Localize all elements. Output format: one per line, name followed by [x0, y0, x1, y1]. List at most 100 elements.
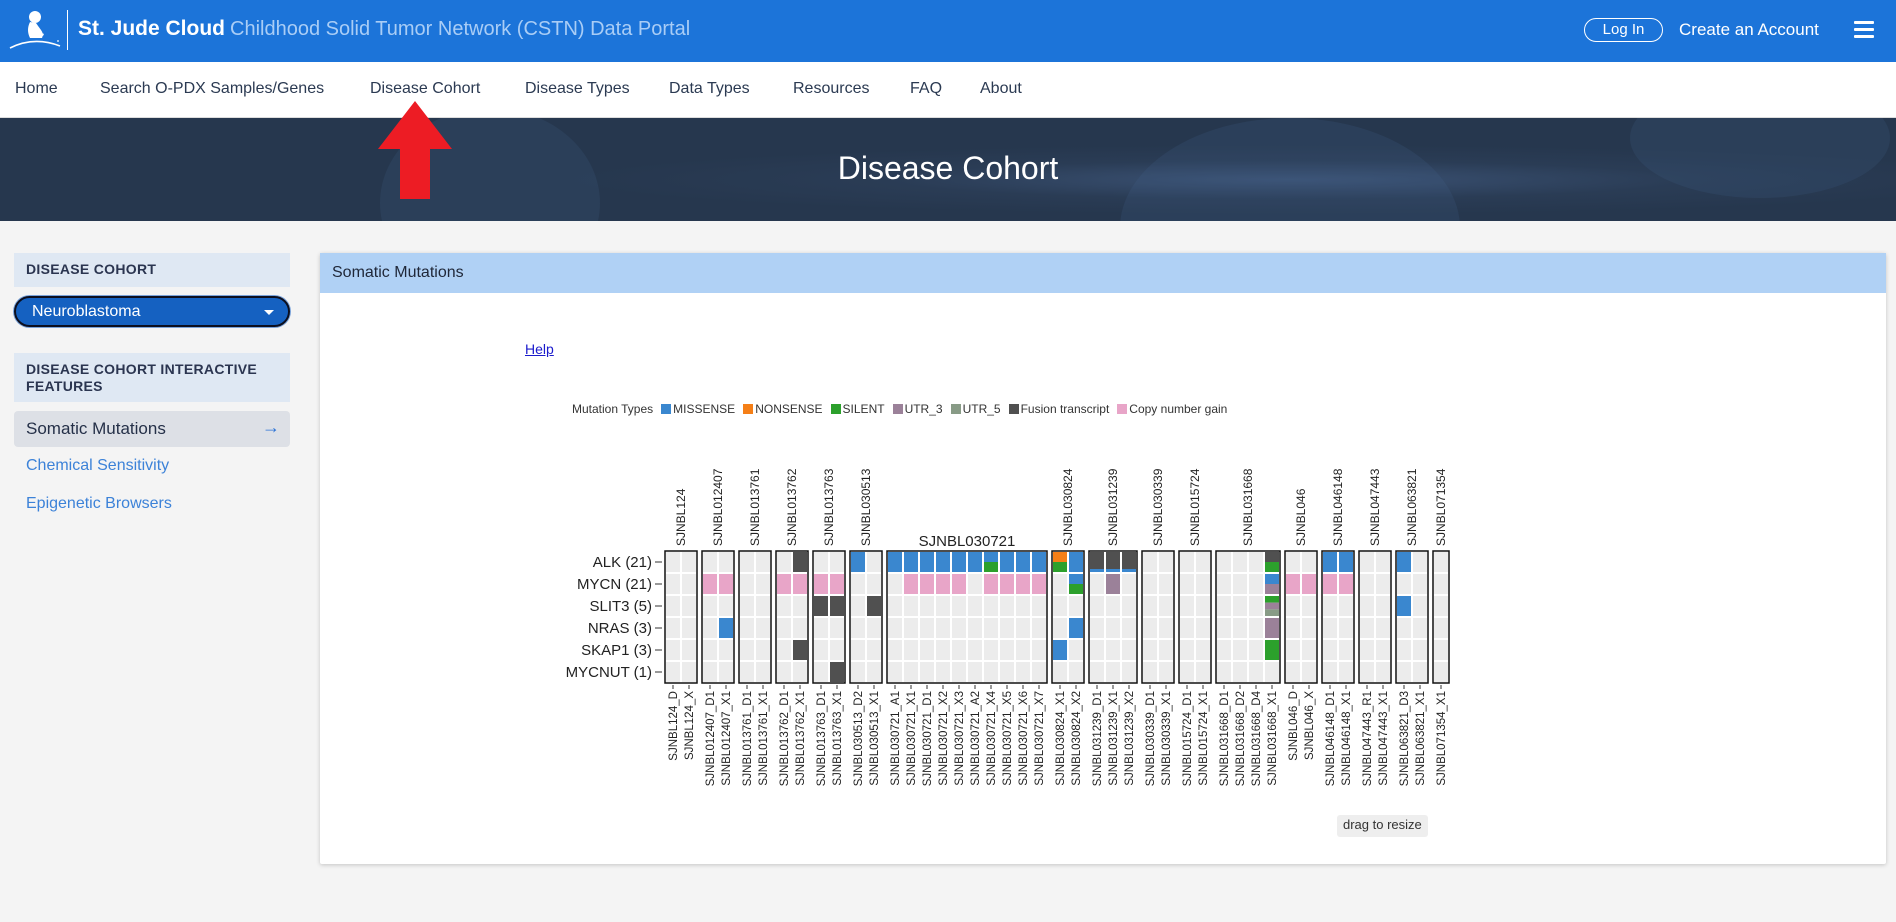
oncoprint-cell[interactable]	[1397, 662, 1411, 682]
mutation-mark-fusion[interactable]	[793, 640, 807, 660]
mutation-mark-silent[interactable]	[1053, 562, 1067, 572]
mutation-mark-missense[interactable]	[1106, 569, 1120, 572]
oncoprint-cell[interactable]	[1217, 596, 1231, 616]
oncoprint-cell[interactable]	[1106, 640, 1120, 660]
mutation-mark-missense[interactable]	[952, 552, 966, 572]
oncoprint-cell[interactable]	[1180, 574, 1194, 594]
mutation-mark-missense[interactable]	[1265, 574, 1279, 584]
oncoprint-cell[interactable]	[1069, 640, 1083, 660]
oncoprint-cell[interactable]	[1217, 574, 1231, 594]
mutation-mark-silent[interactable]	[1265, 596, 1279, 603]
oncoprint-cell[interactable]	[1180, 618, 1194, 638]
mutation-mark-missense[interactable]	[1000, 552, 1014, 572]
oncoprint-cell[interactable]	[1217, 552, 1231, 572]
patient-group-label[interactable]: SJNBL046	[1294, 488, 1308, 546]
oncoprint-cell[interactable]	[1196, 552, 1210, 572]
oncoprint-cell[interactable]	[1249, 574, 1263, 594]
sample-label[interactable]: SJNBL031239_X2	[1124, 691, 1136, 786]
oncoprint-cell[interactable]	[1122, 640, 1136, 660]
oncoprint-cell[interactable]	[1196, 640, 1210, 660]
mutation-mark-missense[interactable]	[904, 552, 918, 572]
oncoprint-cell[interactable]	[703, 552, 717, 572]
mutation-mark-cnv[interactable]	[1302, 574, 1316, 594]
sample-label[interactable]: SJNBL030721_X5	[1002, 691, 1014, 786]
sample-label[interactable]: SJNBL030721_X2	[938, 691, 950, 786]
oncoprint-cell[interactable]	[1159, 574, 1173, 594]
oncoprint-cell[interactable]	[1323, 662, 1337, 682]
mutation-mark-missense[interactable]	[1339, 552, 1353, 572]
oncoprint-cell[interactable]	[1053, 596, 1067, 616]
oncoprint-cell[interactable]	[814, 640, 828, 660]
oncoprint-cell[interactable]	[1360, 640, 1374, 660]
gene-row-label[interactable]: NRAS (3)	[588, 620, 652, 637]
oncoprint-cell[interactable]	[851, 640, 865, 660]
mutation-mark-silent[interactable]	[1265, 562, 1279, 572]
oncoprint-cell[interactable]	[830, 552, 844, 572]
mutation-mark-fusion[interactable]	[1122, 552, 1136, 569]
oncoprint-cell[interactable]	[1360, 574, 1374, 594]
oncoprint-cell[interactable]	[1233, 662, 1247, 682]
oncoprint-cell[interactable]	[1196, 618, 1210, 638]
sample-label[interactable]: SJNBL013763_X1	[832, 691, 844, 786]
login-button[interactable]: Log In	[1584, 18, 1663, 42]
oncoprint-cell[interactable]	[793, 662, 807, 682]
sample-label[interactable]: SJNBL013761_X1	[758, 691, 770, 786]
sample-label[interactable]: SJNBL031239_X1	[1108, 691, 1120, 786]
sample-label[interactable]: SJNBL013763_D1	[816, 691, 828, 786]
oncoprint-cell[interactable]	[682, 552, 696, 572]
oncoprint-cell[interactable]	[851, 662, 865, 682]
oncoprint-cell[interactable]	[1302, 618, 1316, 638]
nav-about[interactable]: About	[980, 80, 1022, 98]
oncoprint-cell[interactable]	[1106, 662, 1120, 682]
sample-label[interactable]: SJNBL124_X	[684, 691, 696, 760]
oncoprint-cell[interactable]	[756, 640, 770, 660]
oncoprint-cell[interactable]	[1000, 640, 1014, 660]
patient-group-label[interactable]: SJNBL047443	[1368, 468, 1382, 546]
mutation-mark-missense[interactable]	[1069, 618, 1083, 638]
sample-label[interactable]: SJNBL030721_A2	[970, 691, 982, 786]
oncoprint-cell[interactable]	[1413, 640, 1427, 660]
oncoprint-cell[interactable]	[904, 640, 918, 660]
oncoprint-cell[interactable]	[1180, 552, 1194, 572]
mutation-mark-fusion[interactable]	[830, 596, 844, 616]
oncoprint-cell[interactable]	[1323, 596, 1337, 616]
oncoprint-cell[interactable]	[666, 552, 680, 572]
sample-label[interactable]: SJNBL046148_X1	[1341, 691, 1353, 786]
oncoprint-cell[interactable]	[888, 640, 902, 660]
patient-group-label[interactable]: SJNBL046148	[1331, 468, 1345, 546]
oncoprint-cell[interactable]	[1159, 662, 1173, 682]
patient-group-label[interactable]: SJNBL013762	[785, 468, 799, 546]
oncoprint-cell[interactable]	[1122, 574, 1136, 594]
patient-group-label[interactable]: SJNBL015724	[1188, 468, 1202, 546]
mutation-mark-missense[interactable]	[1069, 574, 1083, 584]
patient-group-label[interactable]: SJNBL031668	[1241, 468, 1255, 546]
sample-label[interactable]: SJNBL031668_D4	[1251, 690, 1263, 786]
oncoprint-cell[interactable]	[1413, 662, 1427, 682]
mutation-mark-missense[interactable]	[1032, 552, 1046, 572]
oncoprint-cell[interactable]	[1413, 618, 1427, 638]
oncoprint-cell[interactable]	[1286, 662, 1300, 682]
nav-disease-types[interactable]: Disease Types	[525, 80, 630, 98]
oncoprint-cell[interactable]	[793, 618, 807, 638]
oncoprint-cell[interactable]	[666, 596, 680, 616]
oncoprint-cell[interactable]	[867, 574, 881, 594]
patient-group-label[interactable]: SJNBL012407	[711, 468, 725, 546]
mutation-mark-cnv[interactable]	[814, 574, 828, 594]
mutation-mark-silent[interactable]	[1069, 584, 1083, 594]
oncoprint-cell[interactable]	[756, 596, 770, 616]
mutation-mark-missense[interactable]	[920, 552, 934, 572]
mutation-mark-fusion[interactable]	[867, 596, 881, 616]
oncoprint-cell[interactable]	[1016, 662, 1030, 682]
patient-group-label[interactable]: SJNBL030721	[919, 533, 1016, 550]
sample-label[interactable]: SJNBL063821_D3	[1399, 691, 1411, 786]
mutation-mark-fusion[interactable]	[1106, 552, 1120, 569]
oncoprint-cell[interactable]	[682, 596, 696, 616]
patient-group-label[interactable]: SJNBL013763	[822, 468, 836, 546]
sample-label[interactable]: SJNBL031668_D1	[1219, 691, 1231, 786]
oncoprint-cell[interactable]	[830, 618, 844, 638]
oncoprint-cell[interactable]	[1159, 552, 1173, 572]
oncoprint-cell[interactable]	[984, 662, 998, 682]
oncoprint-cell[interactable]	[984, 596, 998, 616]
mutation-mark-cnv[interactable]	[719, 574, 733, 594]
gene-row-label[interactable]: MYCNUT (1)	[566, 664, 652, 681]
